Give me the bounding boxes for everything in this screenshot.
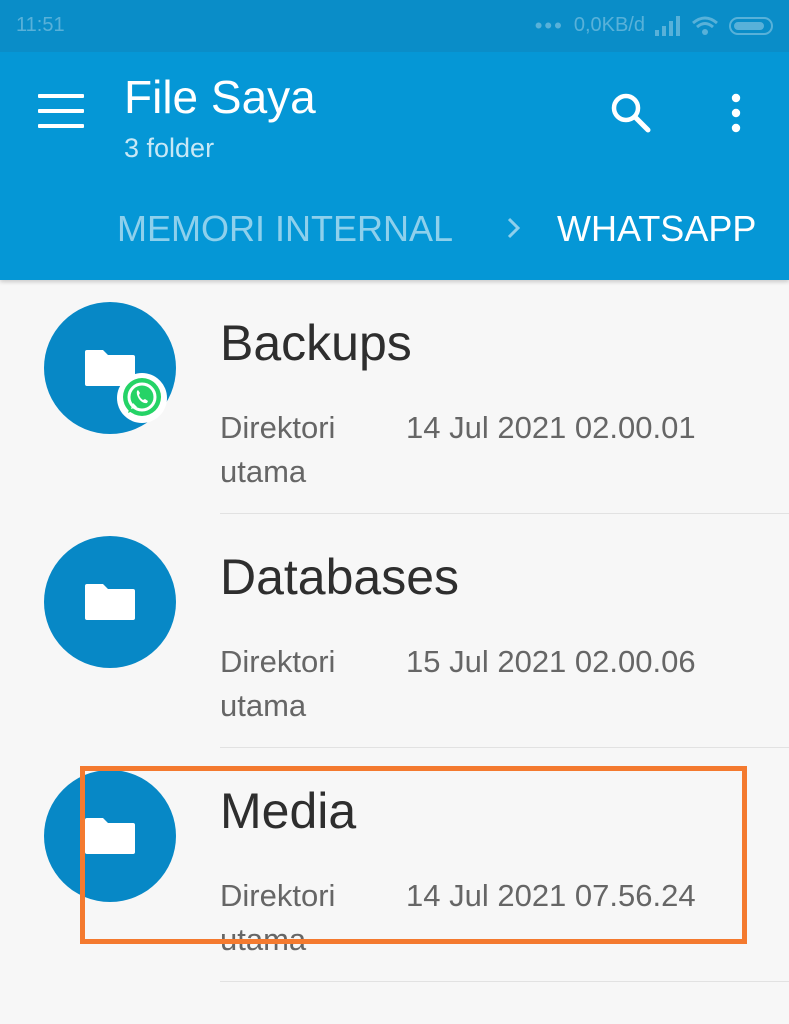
folder-avatar [44, 770, 176, 902]
folder-date: 14 Jul 2021 07.56.24 [406, 878, 696, 913]
folder-type: Direktori utama [220, 644, 336, 723]
folder-type: Direktori utama [220, 410, 336, 489]
app-bar: 11:51 ••• 0,0KB/d File Saya 3 folder MEM… [0, 0, 789, 280]
page-title: File Saya [124, 71, 316, 123]
more-vert-icon[interactable] [718, 88, 754, 140]
battery-icon [729, 16, 773, 35]
folder-date: 15 Jul 2021 02.00.06 [406, 644, 696, 679]
status-bar: 11:51 ••• 0,0KB/d [0, 0, 789, 52]
network-speed: 0,0KB/d [573, 14, 645, 36]
breadcrumb-internal-memory[interactable]: MEMORI INTERNAL [117, 208, 453, 250]
notification-dots-icon: ••• [534, 12, 564, 38]
status-time: 11:51 [16, 14, 65, 36]
folder-name: Media [220, 783, 357, 839]
folder-avatar [44, 536, 176, 668]
folder-icon [85, 818, 135, 854]
breadcrumb-whatsapp[interactable]: WHATSAPP [557, 208, 756, 250]
folder-avatar [44, 302, 176, 434]
wifi-icon [692, 16, 718, 35]
signal-icon [655, 15, 680, 36]
folder-row-media[interactable]: Media Direktori utama 14 Jul 2021 07.56.… [0, 748, 789, 982]
folder-row-backups[interactable]: Backups Direktori utama 14 Jul 2021 02.0… [0, 280, 789, 514]
status-indicators: ••• 0,0KB/d [535, 14, 773, 37]
folder-name: Databases [220, 549, 460, 605]
hamburger-menu-icon[interactable] [38, 94, 84, 130]
folder-type: Direktori utama [220, 878, 336, 957]
folder-row-databases[interactable]: Databases Direktori utama 15 Jul 2021 02… [0, 514, 789, 748]
search-icon[interactable] [606, 88, 658, 140]
chevron-right-icon [507, 217, 521, 239]
folder-date: 14 Jul 2021 02.00.01 [406, 410, 696, 445]
row-divider [220, 981, 789, 982]
folder-name: Backups [220, 315, 412, 371]
folder-icon [85, 584, 135, 620]
whatsapp-icon [117, 373, 167, 423]
folder-count: 3 folder [124, 133, 215, 163]
